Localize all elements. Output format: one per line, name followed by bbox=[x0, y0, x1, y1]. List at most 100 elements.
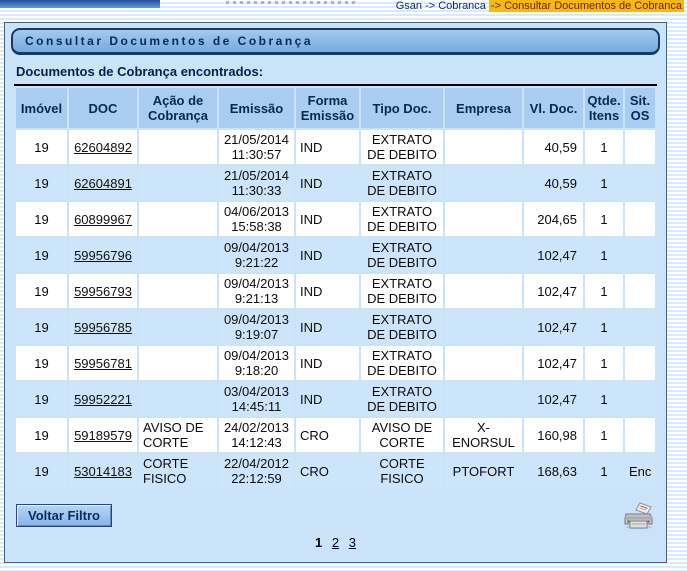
valor-cell: 168,63 bbox=[524, 454, 583, 488]
tipo-cell: EXTRATO DE DEBITO bbox=[361, 202, 443, 236]
voltar-filtro-button[interactable]: Voltar Filtro bbox=[16, 504, 112, 527]
acao-cell bbox=[139, 202, 217, 236]
page-title-bar: Consultar Documentos de Cobrança bbox=[11, 28, 660, 55]
footer-row: Voltar Filtro bbox=[5, 501, 666, 530]
doc-cell: 59956796 bbox=[69, 238, 137, 272]
column-header: Sit. OS bbox=[625, 88, 655, 128]
tipo-cell: EXTRATO DE DEBITO bbox=[361, 346, 443, 380]
column-header: Ação de Cobrança bbox=[139, 88, 217, 128]
doc-cell: 62604891 bbox=[69, 166, 137, 200]
table-row: 196260489221/05/201411:30:57INDEXTRATO D… bbox=[16, 130, 655, 164]
emissao-time: 9:18:20 bbox=[223, 363, 290, 378]
imovel-cell: 19 bbox=[16, 166, 67, 200]
emissao-date: 04/06/2013 bbox=[223, 204, 290, 219]
doc-link[interactable]: 59952221 bbox=[74, 392, 132, 407]
doc-cell: 59952221 bbox=[69, 382, 137, 416]
doc-link[interactable]: 60899967 bbox=[74, 212, 132, 227]
emissao-date: 03/04/2013 bbox=[223, 384, 290, 399]
doc-cell: 60899967 bbox=[69, 202, 137, 236]
valor-cell: 102,47 bbox=[524, 346, 583, 380]
pagination: 1 2 3 bbox=[5, 535, 666, 550]
sit-cell bbox=[625, 238, 655, 272]
doc-link[interactable]: 62604891 bbox=[74, 176, 132, 191]
table-row: 195995222103/04/201314:45:11INDEXTRATO D… bbox=[16, 382, 655, 416]
emissao-date: 22/04/2012 bbox=[223, 456, 290, 471]
emissao-time: 9:21:13 bbox=[223, 291, 290, 306]
page-link[interactable]: 2 bbox=[332, 535, 339, 550]
tipo-cell: EXTRATO DE DEBITO bbox=[361, 274, 443, 308]
column-header: Emissão bbox=[219, 88, 294, 128]
doc-link[interactable]: 59956785 bbox=[74, 320, 132, 335]
emissao-time: 9:21:22 bbox=[223, 255, 290, 270]
tipo-cell: CORTE FISICO bbox=[361, 454, 443, 488]
tipo-cell: EXTRATO DE DEBITO bbox=[361, 130, 443, 164]
doc-link[interactable]: 59189579 bbox=[74, 428, 132, 443]
sit-cell bbox=[625, 382, 655, 416]
breadcrumb: Gsan -> Cobranca-> Consultar Documentos … bbox=[396, 0, 684, 12]
column-header: Empresa bbox=[445, 88, 522, 128]
tipo-cell: AVISO DE CORTE bbox=[361, 418, 443, 452]
column-header: DOC bbox=[69, 88, 137, 128]
column-header: Forma Emissão bbox=[296, 88, 359, 128]
emissao-time: 11:30:57 bbox=[223, 147, 290, 162]
forma-cell: IND bbox=[296, 238, 359, 272]
acao-cell bbox=[139, 382, 217, 416]
forma-cell: IND bbox=[296, 202, 359, 236]
imovel-cell: 19 bbox=[16, 238, 67, 272]
doc-link[interactable]: 53014183 bbox=[74, 464, 132, 479]
valor-cell: 102,47 bbox=[524, 274, 583, 308]
emissao-time: 14:45:11 bbox=[223, 399, 290, 414]
doc-link[interactable]: 62604892 bbox=[74, 140, 132, 155]
emissao-cell: 04/06/201315:58:38 bbox=[219, 202, 294, 236]
breadcrumb-trail[interactable]: Gsan -> Cobranca bbox=[396, 0, 486, 12]
table-row: 195995678109/04/20139:18:20INDEXTRATO DE… bbox=[16, 346, 655, 380]
sit-cell bbox=[625, 202, 655, 236]
imovel-cell: 19 bbox=[16, 130, 67, 164]
doc-link[interactable]: 59956793 bbox=[74, 284, 132, 299]
emissao-time: 11:30:33 bbox=[223, 183, 290, 198]
empresa-cell bbox=[445, 238, 522, 272]
emissao-date: 09/04/2013 bbox=[223, 348, 290, 363]
clipped-text-remnant bbox=[226, 1, 358, 4]
empresa-cell bbox=[445, 202, 522, 236]
doc-link[interactable]: 59956796 bbox=[74, 248, 132, 263]
valor-cell: 40,59 bbox=[524, 166, 583, 200]
qtde-cell: 1 bbox=[585, 238, 623, 272]
emissao-time: 14:12:43 bbox=[223, 435, 290, 450]
emissao-cell: 21/05/201411:30:57 bbox=[219, 130, 294, 164]
table-row: 195995679609/04/20139:21:22INDEXTRATO DE… bbox=[16, 238, 655, 272]
qtde-cell: 1 bbox=[585, 418, 623, 452]
empresa-cell: X-ENORSUL bbox=[445, 418, 522, 452]
page-link[interactable]: 3 bbox=[349, 535, 356, 550]
emissao-date: 21/05/2014 bbox=[223, 168, 290, 183]
doc-cell: 59189579 bbox=[69, 418, 137, 452]
valor-cell: 102,47 bbox=[524, 382, 583, 416]
forma-cell: IND bbox=[296, 130, 359, 164]
main-panel: Consultar Documentos de Cobrança Documen… bbox=[4, 22, 667, 563]
tipo-cell: EXTRATO DE DEBITO bbox=[361, 382, 443, 416]
qtde-cell: 1 bbox=[585, 310, 623, 344]
empresa-cell bbox=[445, 274, 522, 308]
table-row: 195995678509/04/20139:19:07INDEXTRATO DE… bbox=[16, 310, 655, 344]
valor-cell: 160,98 bbox=[524, 418, 583, 452]
empresa-cell bbox=[445, 346, 522, 380]
page-header: Gsan -> Cobranca-> Consultar Documentos … bbox=[0, 0, 687, 22]
doc-link[interactable]: 59956781 bbox=[74, 356, 132, 371]
valor-cell: 102,47 bbox=[524, 238, 583, 272]
imovel-cell: 19 bbox=[16, 310, 67, 344]
printer-icon[interactable] bbox=[623, 501, 654, 530]
emissao-cell: 22/04/201222:12:59 bbox=[219, 454, 294, 488]
table-row: 1959189579AVISO DE CORTE24/02/201314:12:… bbox=[16, 418, 655, 452]
table-row: 196089996704/06/201315:58:38INDEXTRATO D… bbox=[16, 202, 655, 236]
imovel-cell: 19 bbox=[16, 346, 67, 380]
table-header-row: ImóvelDOCAção de CobrançaEmissãoForma Em… bbox=[16, 88, 655, 128]
qtde-cell: 1 bbox=[585, 454, 623, 488]
emissao-date: 21/05/2014 bbox=[223, 132, 290, 147]
emissao-time: 22:12:59 bbox=[223, 471, 290, 486]
emissao-date: 09/04/2013 bbox=[223, 276, 290, 291]
emissao-cell: 09/04/20139:19:07 bbox=[219, 310, 294, 344]
acao-cell bbox=[139, 346, 217, 380]
doc-cell: 59956793 bbox=[69, 274, 137, 308]
qtde-cell: 1 bbox=[585, 166, 623, 200]
doc-cell: 62604892 bbox=[69, 130, 137, 164]
